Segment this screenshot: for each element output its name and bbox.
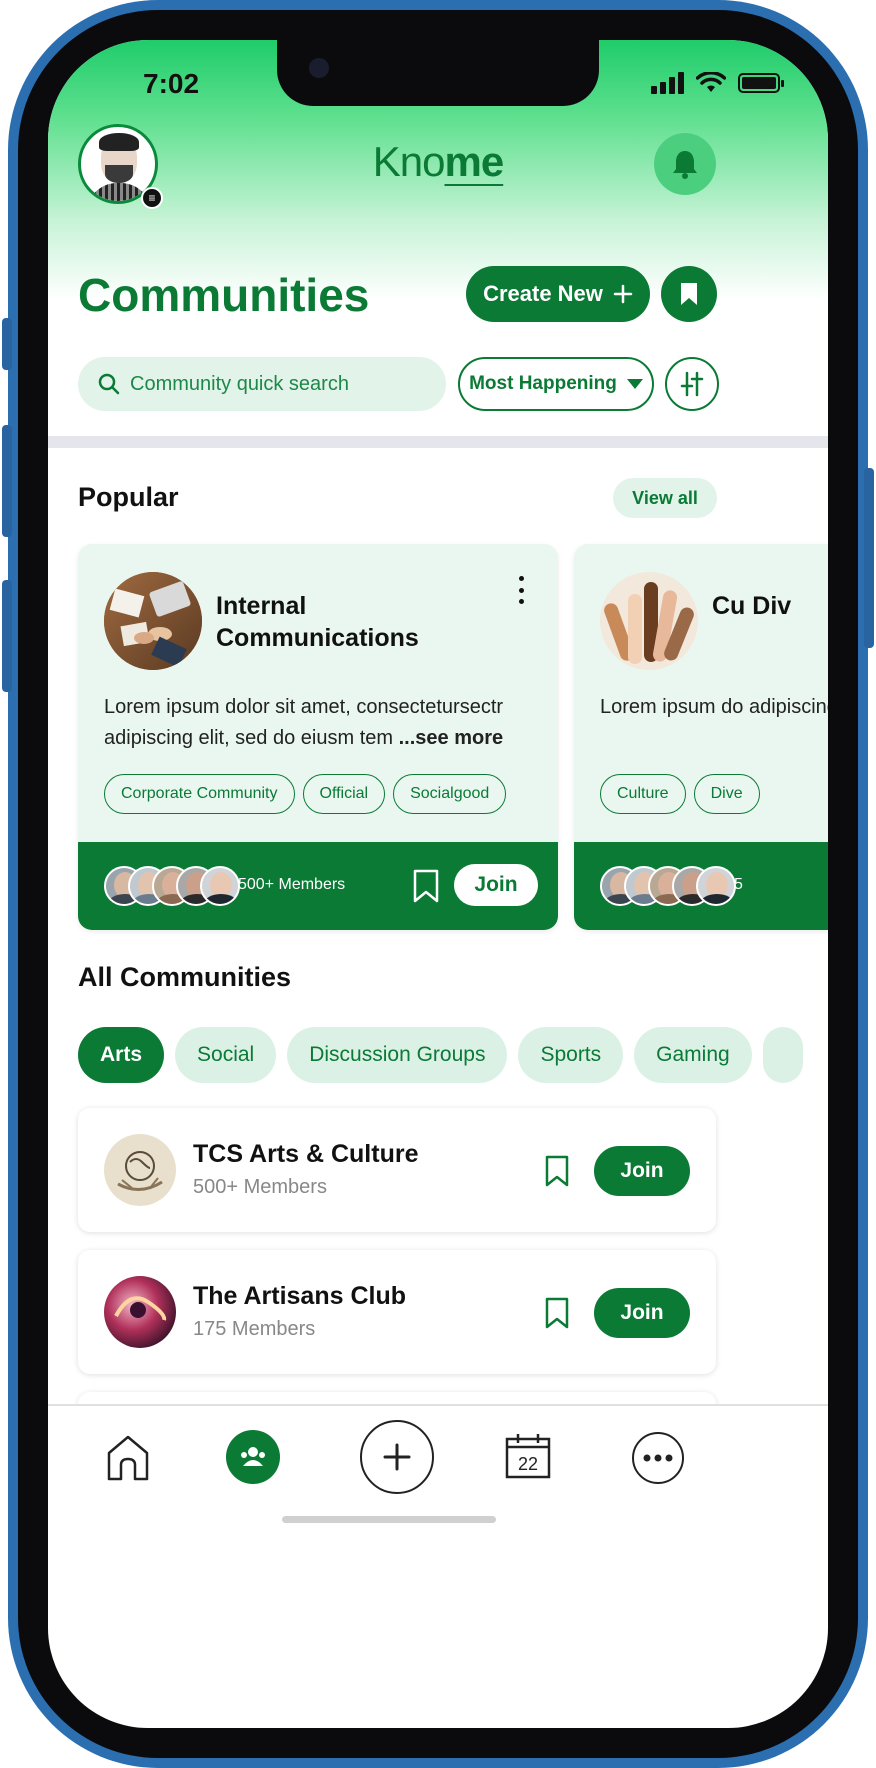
brand-prefix: Kno <box>372 138 446 185</box>
sort-selected-label: Most Happening <box>469 373 617 394</box>
calendar-icon: 22 <box>505 1434 551 1479</box>
community-title[interactable]: The Artisans Club <box>193 1282 406 1311</box>
chip-sports[interactable]: Sports <box>518 1027 624 1083</box>
tag-list: Culture Dive <box>600 774 760 814</box>
cellular-signal-icon <box>651 72 684 94</box>
home-indicator <box>282 1516 496 1523</box>
member-count: 500+ Members <box>238 876 346 893</box>
power-button <box>864 468 874 648</box>
chip-arts[interactable]: Arts <box>78 1027 165 1083</box>
community-thumbnail <box>104 572 202 670</box>
nav-home[interactable] <box>102 1432 154 1484</box>
community-description: Lorem ipsum dolor sit amet, consecteturs… <box>104 692 544 754</box>
chip-gaming[interactable]: Gaming <box>634 1027 752 1083</box>
tag-chip[interactable]: Corporate Community <box>104 774 295 814</box>
tag-chip[interactable]: Official <box>302 774 386 814</box>
member-count: 175 Members <box>193 1318 316 1340</box>
battery-icon <box>738 73 784 93</box>
chip-more[interactable] <box>762 1027 803 1083</box>
category-chips: Arts Social Discussion Groups Sports Gam… <box>78 1027 803 1083</box>
community-search[interactable] <box>78 357 446 411</box>
caret-down-icon <box>626 379 643 389</box>
bottom-nav: 22 <box>48 1404 828 1534</box>
nav-calendar[interactable]: 22 <box>504 1432 552 1480</box>
community-title[interactable]: TCS Arts & Culture <box>193 1140 418 1169</box>
mute-switch <box>2 318 12 370</box>
calendar-day: 22 <box>518 1454 538 1474</box>
community-thumbnail <box>600 572 698 670</box>
member-avatars <box>600 866 736 906</box>
sort-dropdown[interactable]: Most Happening <box>458 357 654 411</box>
sliders-icon <box>680 371 704 397</box>
member-count: 500+ Members <box>193 1176 327 1198</box>
description-text: Lorem ipsum do adipiscing elit, s <box>600 696 828 718</box>
community-description: Lorem ipsum do adipiscing elit, s <box>600 692 828 723</box>
volume-up-button <box>2 425 12 537</box>
all-communities-title: All Communities <box>78 962 292 992</box>
tag-chip[interactable]: Socialgood <box>393 774 507 814</box>
chip-social[interactable]: Social <box>175 1027 277 1083</box>
search-input[interactable] <box>130 372 410 396</box>
community-name[interactable]: Cu Div <box>712 590 828 622</box>
join-button[interactable]: Join <box>594 1288 690 1338</box>
page-title: Communities <box>78 269 370 321</box>
member-avatars <box>104 866 240 906</box>
join-button[interactable]: Join <box>454 864 538 906</box>
bell-icon <box>673 151 697 179</box>
member-avatar <box>200 866 240 906</box>
popular-card[interactable]: Internal Communications Lorem ipsum dolo… <box>78 544 558 930</box>
wifi-icon <box>696 72 726 92</box>
bookmark-icon <box>681 283 697 305</box>
tag-chip[interactable]: Dive <box>693 774 760 814</box>
popular-title: Popular <box>78 482 179 512</box>
status-time: 7:02 <box>143 68 200 99</box>
section-divider <box>48 436 828 448</box>
community-thumbnail <box>104 1276 176 1348</box>
search-icon <box>98 373 120 395</box>
community-name[interactable]: Internal Communications <box>216 590 516 654</box>
nav-more[interactable] <box>632 1432 684 1484</box>
notifications-button[interactable] <box>654 133 716 195</box>
list-item[interactable]: The Artisans Club 175 Members Join <box>78 1250 716 1374</box>
brand-bold: me <box>444 138 505 185</box>
nav-communities[interactable] <box>226 1430 280 1484</box>
bookmark-outline-icon[interactable] <box>412 868 440 904</box>
menu-badge-icon[interactable]: ≡ <box>141 187 163 209</box>
card-footer: 500+ Members Join <box>78 842 558 930</box>
create-new-button[interactable]: Create New <box>466 266 650 322</box>
notch <box>277 40 599 106</box>
home-icon <box>107 1435 149 1481</box>
front-camera <box>309 58 329 78</box>
member-avatar <box>696 866 736 906</box>
tag-list: Corporate Community Official Socialgood <box>104 774 507 814</box>
add-icon <box>383 1443 411 1471</box>
popular-card[interactable]: Cu Div Lorem ipsum do adipiscing elit, s… <box>574 544 828 930</box>
member-count: 5 <box>734 876 743 893</box>
status-icons <box>651 72 784 94</box>
bookmark-outline-icon[interactable] <box>544 1296 570 1330</box>
tag-chip[interactable]: Culture <box>600 774 686 814</box>
volume-down-button <box>2 580 12 692</box>
community-thumbnail <box>104 1134 176 1206</box>
more-options-icon[interactable] <box>514 576 528 604</box>
more-icon <box>643 1454 673 1462</box>
communities-icon <box>241 1447 265 1466</box>
saved-communities-button[interactable] <box>661 266 717 322</box>
nav-create[interactable] <box>360 1420 434 1494</box>
see-more-link[interactable]: ...see more <box>399 727 504 749</box>
card-footer: 5 <box>574 842 828 930</box>
bookmark-outline-icon[interactable] <box>544 1154 570 1188</box>
app-screen: 7:02 ≡ Knome Communities Create New Comm… <box>48 40 828 1728</box>
view-all-button[interactable]: View all <box>613 478 717 518</box>
list-item[interactable]: TCS Arts & Culture 500+ Members Join <box>78 1108 716 1232</box>
plus-icon <box>613 284 633 304</box>
join-button[interactable]: Join <box>594 1146 690 1196</box>
create-new-label: Create New <box>483 281 603 306</box>
chip-discussion-groups[interactable]: Discussion Groups <box>287 1027 508 1083</box>
filter-button[interactable] <box>665 357 719 411</box>
